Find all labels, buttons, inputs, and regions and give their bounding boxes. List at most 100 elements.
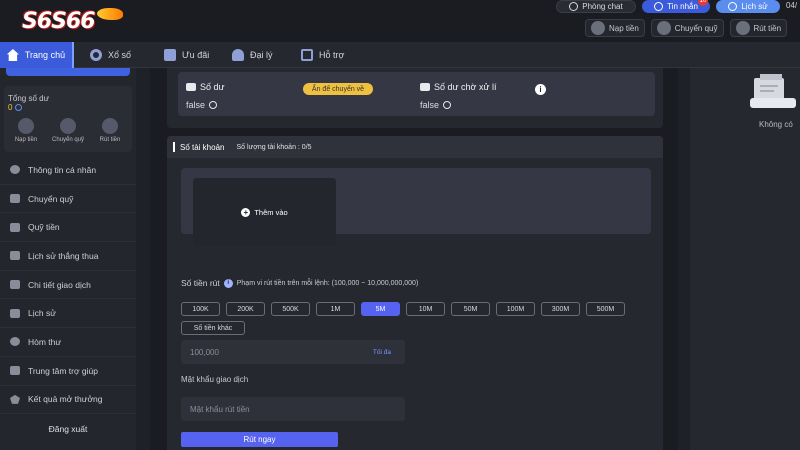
- right-panel: Không có: [690, 68, 800, 450]
- password-label: Mật khẩu giao dịch: [181, 375, 249, 384]
- lottery-icon: [90, 49, 102, 61]
- chat-room-button[interactable]: Phòng chat: [556, 0, 636, 13]
- amount-chip[interactable]: 100K: [181, 302, 220, 316]
- sidebar-deposit-button[interactable]: Nạp tiền: [8, 118, 44, 143]
- nav-promotions[interactable]: Ưu đãi: [164, 42, 209, 68]
- refresh-icon[interactable]: [443, 101, 452, 109]
- amount-chip[interactable]: 1M: [316, 302, 355, 316]
- accounts-count: Số lượng tài khoản : 0/5: [236, 143, 312, 151]
- balance-label: Số dư: [200, 82, 225, 92]
- sidebar-item-mailbox[interactable]: Hòm thư: [0, 328, 136, 357]
- withdraw-form-card: Số tài khoản Số lượng tài khoản : 0/5 + …: [167, 136, 663, 450]
- nav-support-label: Hỗ trợ: [319, 50, 345, 60]
- total-balance-label: Tổng số dư: [8, 94, 49, 103]
- info-icon[interactable]: i: [535, 84, 546, 95]
- nav-home-label: Trang chủ: [24, 50, 66, 60]
- empty-state-illustration-icon: [750, 74, 796, 108]
- pending-balance-title: Số dư chờ xử lí: [420, 82, 496, 92]
- password-input[interactable]: Mật khẩu rút tiền: [181, 397, 405, 421]
- nav-lottery-label: Xổ số: [108, 50, 132, 60]
- top-bar: S6S66 Phòng chat Tin nhắn 10 Lịch sử 04/…: [0, 0, 800, 42]
- sidebar-item-label: Trung tâm trợ giúp: [28, 365, 98, 376]
- mail-icon: [654, 2, 664, 11]
- funds-icon: [10, 222, 20, 232]
- amount-chip-selected[interactable]: 5M: [361, 302, 400, 316]
- logout-button[interactable]: Đăng xuất: [0, 416, 136, 442]
- sidebar-transfer-label: Chuyển quỹ: [51, 137, 85, 143]
- sidebar-item-draw-results[interactable]: Kết quả mở thưởng: [0, 386, 136, 415]
- sidebar-item-label: Lịch sử: [28, 308, 56, 319]
- nav-agent[interactable]: Đại lý: [232, 42, 273, 68]
- quick-transfer-label: Chuyển quỹ: [674, 23, 718, 33]
- amount-chips: 100K 200K 500K 1M 5M 10M 50M 100M 300M 5…: [181, 302, 625, 316]
- refresh-icon[interactable]: [209, 101, 218, 109]
- help-icon: [10, 366, 20, 376]
- amount-chip[interactable]: 500M: [586, 302, 625, 316]
- nav-lottery[interactable]: Xổ số: [90, 42, 131, 68]
- amount-chip[interactable]: 500K: [271, 302, 310, 316]
- sidebar-item-funds[interactable]: Quỹ tiền: [0, 213, 136, 243]
- sidebar-item-win-loss-history[interactable]: Lịch sử thắng thua: [0, 242, 136, 271]
- site-logo[interactable]: S6S66: [22, 6, 123, 36]
- nav-agent-label: Đại lý: [250, 50, 273, 60]
- withdraw-icon: [102, 118, 118, 134]
- date-display: 04/: [786, 1, 798, 10]
- sidebar-item-profile[interactable]: Thông tin cá nhân: [0, 156, 136, 185]
- sidebar-item-label: Thông tin cá nhân: [28, 164, 97, 175]
- wallet-icon: [10, 194, 20, 204]
- sidebar-item-transaction-details[interactable]: Chi tiết giao dịch: [0, 271, 136, 300]
- amount-range-note: Phạm vi rút tiền trên mỗi lệnh: (100,000…: [236, 279, 419, 287]
- withdraw-icon: [735, 21, 750, 35]
- support-icon: [301, 49, 313, 61]
- refresh-icon[interactable]: [15, 104, 23, 111]
- quick-transfer-button[interactable]: Chuyển quỹ: [650, 19, 724, 37]
- history-button[interactable]: Lịch sử: [716, 0, 780, 13]
- balance-actions: Nạp tiền Chuyển quỹ Rút tiền: [8, 118, 128, 143]
- sidebar-item-help-center[interactable]: Trung tâm trợ giúp: [0, 357, 136, 386]
- sidebar-item-label: Lịch sử thắng thua: [28, 250, 99, 261]
- withdraw-main: Số dư Ẩn để chuyển về false Số dư chờ xử…: [150, 68, 678, 450]
- sidebar-withdraw-button[interactable]: Rút tiền: [92, 118, 128, 143]
- sidebar-header-bar: [6, 68, 130, 76]
- sidebar-item-transfer[interactable]: Chuyển quỹ: [0, 185, 136, 214]
- add-account-button[interactable]: + Thêm vào: [193, 178, 336, 246]
- amount-label-row: Số tiền rút i Phạm vi rút tiền trên mỗi …: [181, 278, 418, 288]
- amount-chips-other: Số tiền khác: [181, 321, 245, 335]
- quick-deposit-button[interactable]: Nạp tiền: [585, 19, 645, 37]
- sidebar-deposit-label: Nạp tiền: [14, 137, 38, 143]
- amount-chip[interactable]: 300M: [541, 302, 580, 316]
- gift-icon: [164, 49, 176, 61]
- sidebar-transfer-button[interactable]: Chuyển quỹ: [50, 118, 86, 143]
- account-sidebar: Tổng số dư 0 Nạp tiền Chuyển quỹ Rút tiề…: [0, 68, 136, 450]
- amount-chip[interactable]: 100M: [496, 302, 535, 316]
- balance-value-text: false: [186, 100, 206, 110]
- agent-icon: [232, 49, 244, 61]
- main-nav: Trang chủ Xổ số Ưu đãi Đại lý Hỗ trợ: [0, 42, 800, 68]
- quick-withdraw-label: Rút tiền: [753, 23, 782, 33]
- amount-chip[interactable]: 200K: [226, 302, 265, 316]
- messages-button[interactable]: Tin nhắn 10: [642, 0, 710, 13]
- history-icon: [10, 308, 20, 318]
- nav-home[interactable]: Trang chủ: [0, 42, 74, 68]
- accounts-header: Số tài khoản Số lượng tài khoản : 0/5: [167, 136, 663, 158]
- sidebar-menu: Thông tin cá nhân Chuyển quỹ Quỹ tiền Lị…: [0, 156, 136, 415]
- quick-deposit-label: Nạp tiền: [609, 23, 639, 33]
- mailbox-icon: [10, 337, 20, 347]
- quick-withdraw-button[interactable]: Rút tiền: [729, 19, 788, 37]
- amount-input[interactable]: 100,000 Tối đa: [181, 340, 405, 364]
- amount-chip[interactable]: 50M: [451, 302, 490, 316]
- withdraw-submit-button[interactable]: Rút ngay: [181, 432, 338, 447]
- balance-summary-card: Số dư Ẩn để chuyển về false Số dư chờ xử…: [167, 68, 663, 128]
- amount-chip[interactable]: 10M: [406, 302, 445, 316]
- sidebar-item-history[interactable]: Lịch sử: [0, 299, 136, 329]
- pending-value-text: false: [420, 100, 440, 110]
- total-balance-amount: 0: [8, 103, 13, 112]
- sidebar-item-label: Chi tiết giao dịch: [28, 279, 91, 290]
- user-icon: [10, 165, 20, 175]
- header-accent-bar: [173, 142, 175, 152]
- max-amount-button[interactable]: Tối đa: [373, 349, 391, 356]
- hide-transfer-button[interactable]: Ẩn để chuyển về: [303, 83, 373, 95]
- other-amount-chip[interactable]: Số tiền khác: [181, 321, 245, 335]
- nav-support[interactable]: Hỗ trợ: [301, 42, 344, 68]
- deposit-icon: [591, 21, 605, 35]
